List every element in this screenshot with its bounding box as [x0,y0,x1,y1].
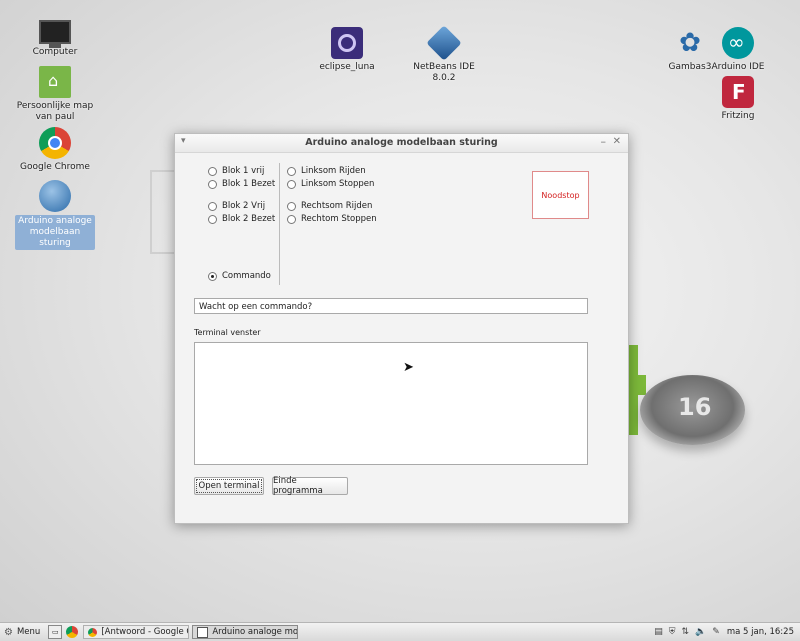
radio-rechtsom-rijden[interactable]: Rechtsom Rijden [287,201,372,211]
radio-dot [208,201,217,211]
menu-button[interactable]: ⚙ Menu [0,623,46,641]
radio-blok1-bezet[interactable]: Blok 1 Bezet [208,179,275,189]
radio-blok1-vrij[interactable]: Blok 1 vrij [208,166,264,176]
desktop-icon-chrome[interactable]: Google Chrome [15,127,95,173]
radio-dot [287,214,296,224]
menu-label: Menu [16,627,41,637]
system-tray: ▤ ⛨ ⇅ 🔈 ✎ ma 5 jan, 16:25 [651,627,800,637]
radio-label: Blok 1 vrij [222,166,265,176]
desktop-icon-arduino-ide[interactable]: Arduino IDE [698,27,778,73]
radio-dot [208,166,217,176]
desktop-logo-number: 16 [678,393,712,421]
task-label: [Antwoord - Google C... [101,627,188,637]
title-bar[interactable]: ▾ Arduino analoge modelbaan sturing – ✕ [175,134,628,153]
radio-commando[interactable]: Commando [208,271,271,281]
noodstop-button[interactable]: Noodstop [532,171,589,219]
radio-label: Commando [222,271,271,281]
radio-dot [208,214,217,224]
radio-linksom-rijden[interactable]: Linksom Rijden [287,166,366,176]
eclipse-icon [331,27,363,59]
radio-linksom-stoppen[interactable]: Linksom Stoppen [287,179,374,189]
terminal-label: Terminal venster [194,328,261,337]
desktop-icon-fritzing[interactable]: Fritzing [698,76,778,122]
task-label: Arduino analoge mode... [212,627,299,637]
desktop-icon-home-folder[interactable]: Persoonlijke map van paul [15,66,95,123]
radio-label: Blok 2 Bezet [222,214,276,224]
desktop-icon-label: Persoonlijke map van paul [16,101,94,122]
desktop-icon-label: Google Chrome [20,162,90,172]
radio-rechtom-stoppen[interactable]: Rechtom Stoppen [287,214,377,224]
desktop-icon-computer[interactable]: Computer [15,14,95,58]
radio-dot [287,179,296,189]
radio-label: Blok 2 Vrij [222,201,266,211]
show-desktop-icon[interactable]: ▭ [48,625,63,639]
mouse-cursor-icon: ➤ [403,360,414,375]
window-title: Arduino analoge modelbaan sturing [305,137,498,148]
computer-icon [39,20,71,48]
chrome-launcher-icon[interactable] [66,626,79,638]
radio-label: Linksom Rijden [301,166,366,176]
radio-label: Blok 1 Bezet [222,179,276,189]
open-terminal-button[interactable]: Open terminal [194,477,264,495]
fritzing-icon [722,76,754,108]
radio-dot-checked [208,271,217,281]
desktop-icon-arduino-app[interactable]: Arduino analoge modelbaan sturing [15,180,95,250]
end-program-button[interactable]: Einde programma [272,476,348,496]
window-icon [197,626,209,638]
chrome-icon [88,627,98,637]
terminal-area[interactable]: ➤ [194,342,588,465]
arduino-ide-icon [722,27,754,59]
task-arduino-app[interactable]: Arduino analoge mode... [192,625,299,639]
radio-dot [287,166,296,176]
clock[interactable]: ma 5 jan, 16:25 [727,627,794,637]
app-window: ▾ Arduino analoge modelbaan sturing – ✕ … [174,133,629,524]
desktop-logo-block [628,375,646,395]
desktop-icon-label: Fritzing [721,111,755,121]
desktop-icon-netbeans[interactable]: NetBeans IDE 8.0.2 [404,25,484,84]
radio-dot [287,201,296,211]
desktop-icon-eclipse[interactable]: eclipse_luna [307,27,387,73]
radio-blok2-bezet[interactable]: Blok 2 Bezet [208,214,275,224]
radio-blok2-vrij[interactable]: Blok 2 Vrij [208,201,265,211]
arduino-app-icon [39,180,71,212]
home-folder-icon [39,66,71,98]
network-icon[interactable]: ⇅ [682,627,690,637]
desktop-icon-label: Computer [32,47,78,57]
menu-gear-icon: ⚙ [4,626,13,638]
task-chrome[interactable]: [Antwoord - Google C... [83,625,190,639]
keyboard-icon[interactable]: ▤ [654,627,663,637]
desktop-icon-label: eclipse_luna [319,62,375,72]
desktop-icon-label: NetBeans IDE 8.0.2 [413,62,475,83]
radio-label: Rechtsom Rijden [301,201,373,211]
command-field[interactable]: Wacht op een commando? [194,298,588,314]
volume-icon[interactable]: 🔈 [695,627,706,637]
desktop-icon-label: Arduino analoge modelbaan sturing [15,215,95,250]
vertical-separator [279,163,280,285]
pen-icon[interactable]: ✎ [712,627,720,637]
taskbar: ⚙ Menu ▭ [Antwoord - Google C... Arduino… [0,622,800,641]
radio-label: Linksom Stoppen [301,179,375,189]
shield-icon[interactable]: ⛨ [669,627,676,637]
chrome-icon [39,127,71,159]
minimize-icon[interactable]: – [601,135,607,148]
close-icon[interactable]: ✕ [613,136,621,147]
netbeans-icon [426,25,462,61]
desktop-icon-label: Arduino IDE [711,62,765,72]
radio-dot [208,179,217,189]
radio-label: Rechtom Stoppen [301,214,377,224]
desktop-logo-disc: 16 [640,375,745,445]
